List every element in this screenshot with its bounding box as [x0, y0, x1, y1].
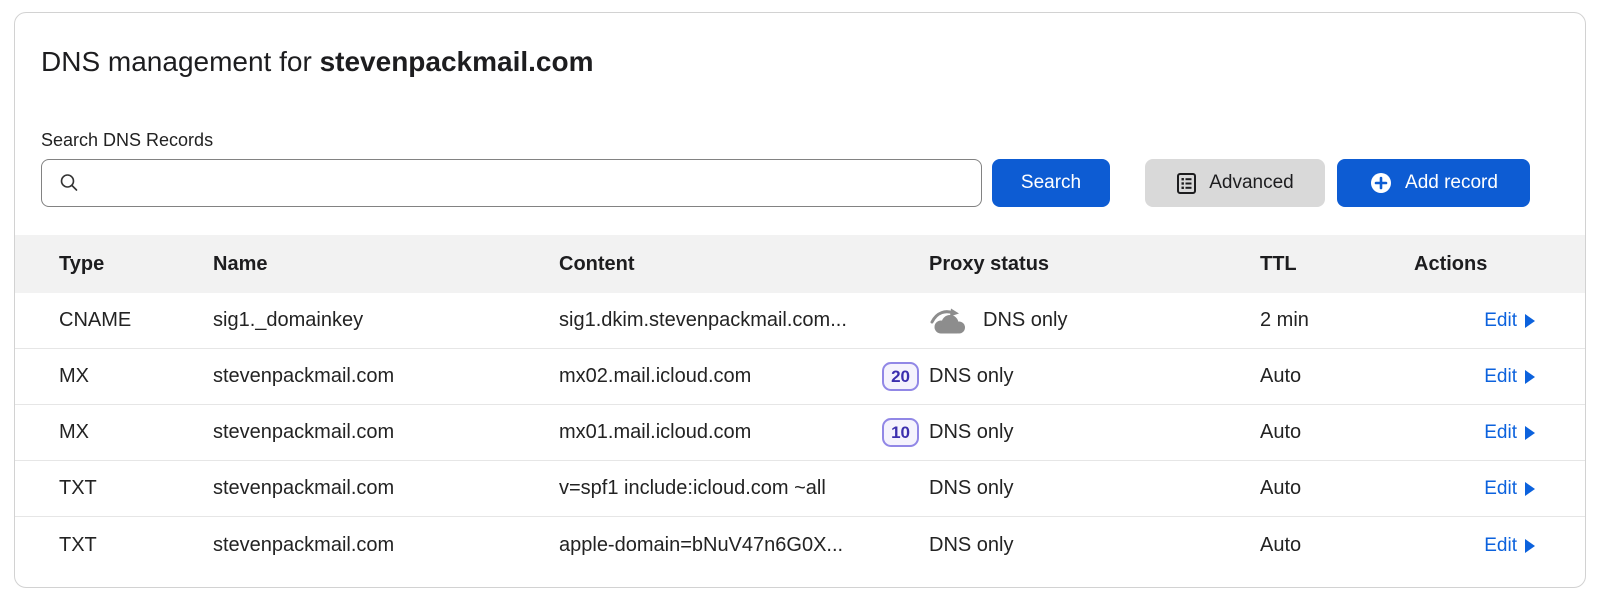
page-title-prefix: DNS management for — [41, 46, 320, 77]
record-type: MX — [59, 421, 213, 444]
header-ttl: TTL — [1244, 253, 1400, 276]
proxy-status-label: DNS only — [929, 421, 1013, 444]
record-ttl: Auto — [1244, 421, 1400, 444]
record-name: stevenpackmail.com — [213, 477, 559, 500]
dns-records-table: Type Name Content Proxy status TTL Actio… — [15, 235, 1585, 573]
table-row: MX stevenpackmail.com mx01.mail.icloud.c… — [15, 405, 1585, 461]
header-proxy-status: Proxy status — [929, 253, 1244, 276]
proxy-status-cell: DNS only — [929, 477, 1244, 500]
search-input[interactable] — [92, 172, 967, 195]
record-type: TXT — [59, 534, 213, 557]
advanced-button[interactable]: Advanced — [1145, 159, 1325, 207]
page-title: DNS management for stevenpackmail.com — [41, 45, 1559, 79]
record-ttl: Auto — [1244, 477, 1400, 500]
search-icon — [58, 172, 80, 194]
proxy-status-label: DNS only — [929, 365, 1013, 388]
table-header-row: Type Name Content Proxy status TTL Actio… — [15, 235, 1585, 293]
edit-arrow-icon — [1524, 314, 1535, 328]
edit-label: Edit — [1484, 535, 1517, 557]
edit-link[interactable]: Edit — [1484, 422, 1535, 444]
plus-circle-icon — [1369, 171, 1393, 195]
proxy-status-cell: DNS only — [929, 421, 1244, 444]
table-body: CNAME sig1._domainkey sig1.dkim.stevenpa… — [15, 293, 1585, 573]
proxy-status-label: DNS only — [929, 477, 1013, 500]
record-content: mx01.mail.icloud.com — [559, 421, 882, 444]
header-actions: Actions — [1400, 253, 1535, 276]
table-row: TXT stevenpackmail.com v=spf1 include:ic… — [15, 461, 1585, 517]
edit-arrow-icon — [1524, 539, 1535, 553]
edit-arrow-icon — [1524, 482, 1535, 496]
record-type: MX — [59, 365, 213, 388]
search-section: Search DNS Records Search — [15, 129, 1585, 207]
proxy-status-label: DNS only — [983, 309, 1067, 332]
record-ttl: Auto — [1244, 365, 1400, 388]
header-type: Type — [59, 253, 213, 276]
add-record-button-label: Add record — [1405, 172, 1498, 194]
record-name: sig1._domainkey — [213, 309, 559, 332]
edit-label: Edit — [1484, 366, 1517, 388]
record-name: stevenpackmail.com — [213, 365, 559, 388]
advanced-button-label: Advanced — [1209, 172, 1294, 194]
page-title-domain: stevenpackmail.com — [320, 46, 594, 77]
search-button-label: Search — [1021, 172, 1081, 194]
header-content: Content — [559, 253, 929, 276]
search-box[interactable] — [41, 159, 982, 207]
record-ttl: Auto — [1244, 534, 1400, 557]
edit-link[interactable]: Edit — [1484, 535, 1535, 557]
search-button[interactable]: Search — [992, 159, 1110, 207]
record-type: TXT — [59, 477, 213, 500]
edit-label: Edit — [1484, 422, 1517, 444]
record-name: stevenpackmail.com — [213, 534, 559, 557]
header-name: Name — [213, 253, 559, 276]
mx-priority-badge: 20 — [882, 362, 919, 391]
edit-link[interactable]: Edit — [1484, 366, 1535, 388]
dns-management-card: DNS management for stevenpackmail.com Se… — [14, 12, 1586, 588]
mx-priority-badge: 10 — [882, 418, 919, 447]
record-name: stevenpackmail.com — [213, 421, 559, 444]
record-content: apple-domain=bNuV47n6G0X... — [559, 534, 925, 557]
edit-label: Edit — [1484, 478, 1517, 500]
record-content: sig1.dkim.stevenpackmail.com... — [559, 309, 925, 332]
record-type: CNAME — [59, 309, 213, 332]
edit-link[interactable]: Edit — [1484, 310, 1535, 332]
table-row: MX stevenpackmail.com mx02.mail.icloud.c… — [15, 349, 1585, 405]
edit-label: Edit — [1484, 310, 1517, 332]
table-row: CNAME sig1._domainkey sig1.dkim.stevenpa… — [15, 293, 1585, 349]
edit-link[interactable]: Edit — [1484, 478, 1535, 500]
edit-arrow-icon — [1524, 370, 1535, 384]
dns-only-cloud-icon — [929, 307, 969, 335]
proxy-status-cell: DNS only — [929, 307, 1244, 335]
list-document-icon — [1176, 172, 1197, 195]
record-content: mx02.mail.icloud.com — [559, 365, 882, 388]
table-row: TXT stevenpackmail.com apple-domain=bNuV… — [15, 517, 1585, 573]
record-ttl: 2 min — [1244, 309, 1400, 332]
search-controls: Search Advanced — [41, 159, 1530, 207]
add-record-button[interactable]: Add record — [1337, 159, 1530, 207]
search-label: Search DNS Records — [41, 129, 1530, 151]
proxy-status-cell: DNS only — [929, 534, 1244, 557]
proxy-status-cell: DNS only — [929, 365, 1244, 388]
edit-arrow-icon — [1524, 426, 1535, 440]
proxy-status-label: DNS only — [929, 534, 1013, 557]
record-content: v=spf1 include:icloud.com ~all — [559, 477, 925, 500]
